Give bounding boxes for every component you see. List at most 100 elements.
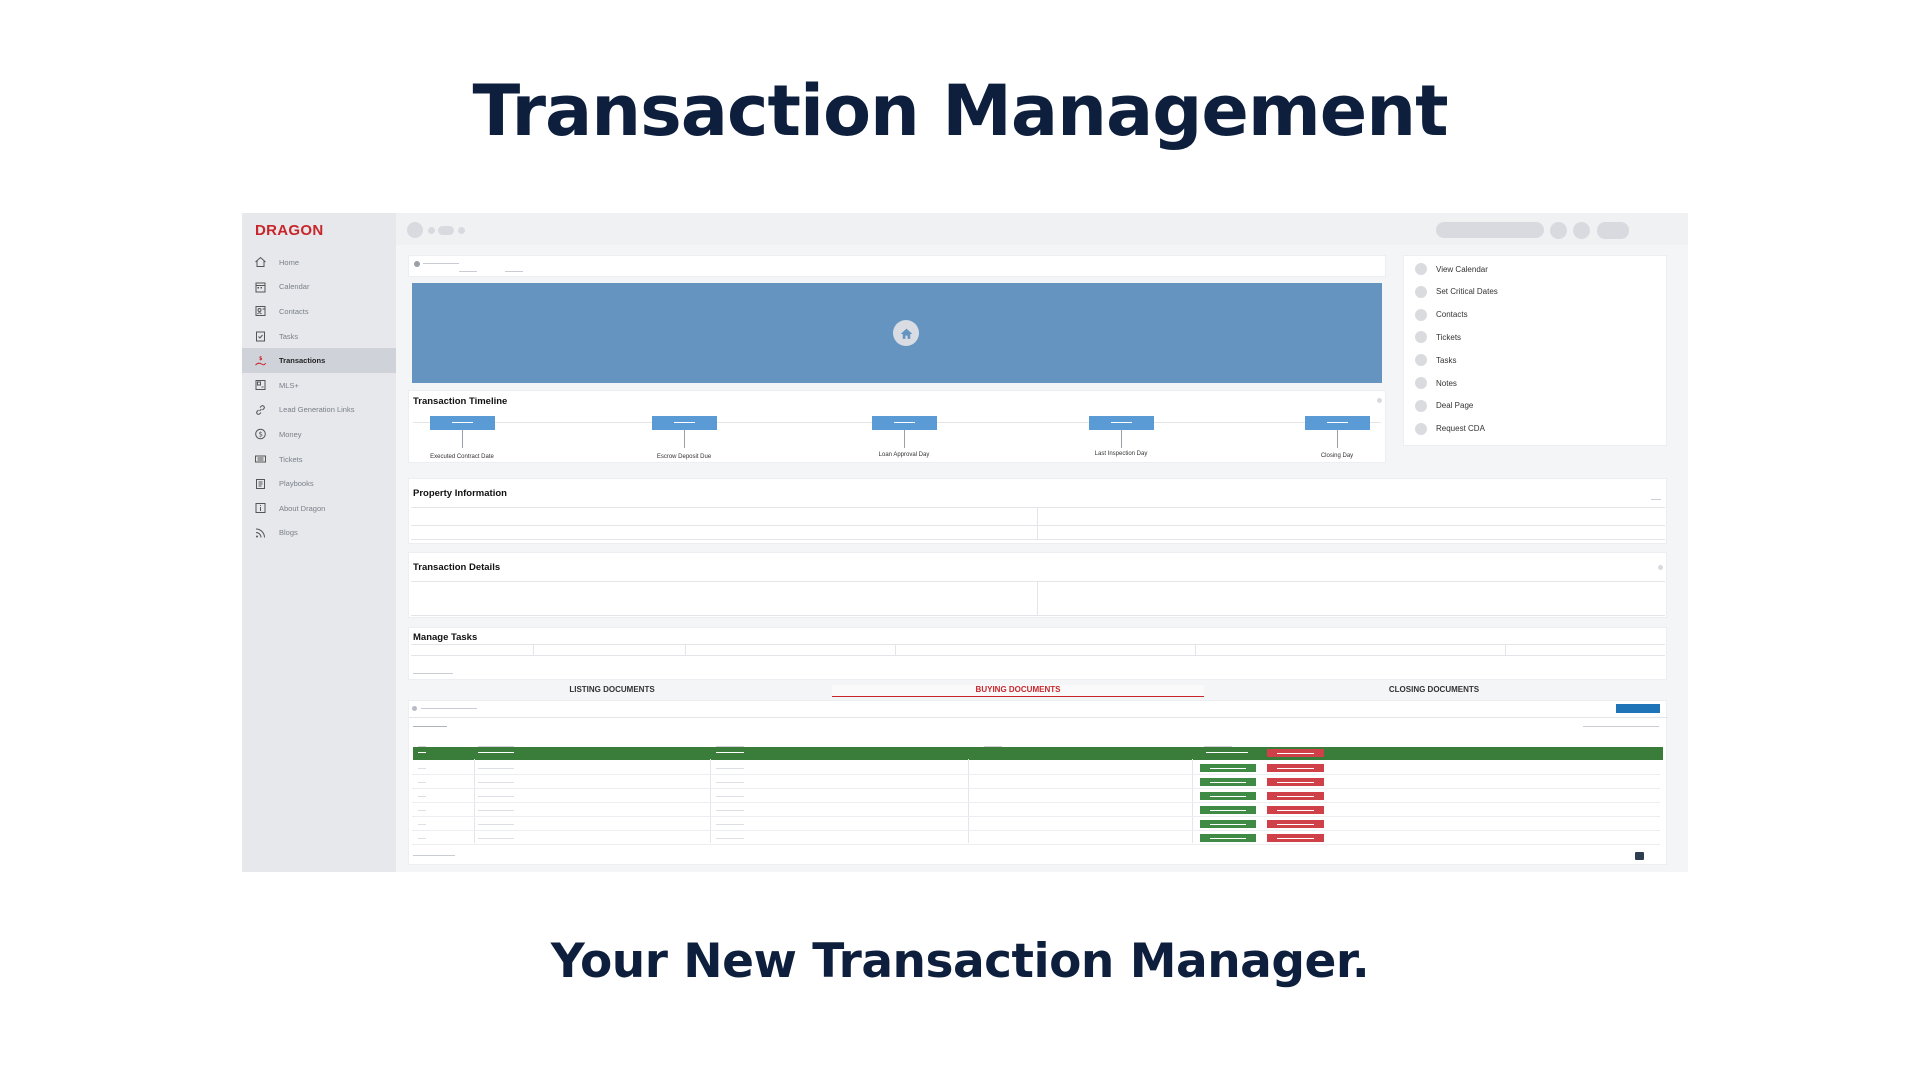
dot-icon (414, 261, 420, 267)
approve-button[interactable] (1200, 834, 1256, 842)
quick-action-notes[interactable]: Notes (1415, 377, 1457, 389)
add-document-button[interactable] (1616, 704, 1660, 713)
sidebar-item-blogs[interactable]: Blogs (242, 521, 396, 546)
divider (1505, 644, 1506, 655)
sidebar-item-money[interactable]: $ Money (242, 422, 396, 447)
column-header[interactable] (1204, 746, 1232, 747)
breadcrumb[interactable] (423, 263, 459, 264)
timeline-marker[interactable] (1089, 416, 1154, 430)
tab-buying-documents[interactable]: BUYING DOCUMENTS (832, 685, 1204, 697)
table-filter[interactable] (421, 708, 477, 709)
quick-actions-card (1403, 255, 1667, 446)
table-cell (478, 810, 514, 811)
tab-closing-documents[interactable]: CLOSING DOCUMENTS (1204, 685, 1664, 697)
breadcrumb[interactable] (505, 271, 523, 272)
timeline-stem (904, 430, 905, 448)
table-cell (418, 796, 426, 797)
sidebar-item-calendar[interactable]: Calendar (242, 275, 396, 300)
svg-text:$: $ (259, 431, 263, 439)
reject-button[interactable] (1267, 792, 1324, 800)
money-icon: $ (254, 428, 267, 440)
sidebar-item-label: Calendar (279, 282, 310, 292)
divider (411, 644, 1665, 645)
tagline: Your New Transaction Manager. (550, 934, 1370, 989)
column-header[interactable] (418, 746, 426, 747)
reject-button[interactable] (1267, 820, 1324, 828)
page-size-select[interactable] (413, 726, 447, 727)
notification-icon[interactable] (1550, 222, 1567, 239)
quick-action-request-cda[interactable]: Request CDA (1415, 422, 1485, 435)
divider (409, 717, 1668, 718)
column-header[interactable] (984, 746, 1002, 747)
theme-toggle[interactable] (1597, 222, 1629, 239)
sidebar-item-transactions[interactable]: $ Transactions (242, 348, 396, 373)
sidebar-item-home[interactable]: Home (242, 250, 396, 275)
bullet-icon (1415, 285, 1427, 298)
table-header (413, 747, 1663, 760)
quick-action-set-critical-dates[interactable]: Set Critical Dates (1415, 285, 1498, 298)
manage-tasks-title: Manage Tasks (413, 632, 478, 643)
quick-action-tickets[interactable]: Tickets (1415, 331, 1461, 344)
sidebar-item-about-dragon[interactable]: About Dragon (242, 496, 396, 521)
table-cell (418, 810, 426, 811)
transaction-details-card: Transaction Details (408, 552, 1667, 618)
approve-button[interactable] (1200, 792, 1256, 800)
quick-action-contacts[interactable]: Contacts (1415, 308, 1468, 321)
quick-action-tasks[interactable]: Tasks (1415, 354, 1456, 367)
bullet-icon (1415, 422, 1427, 435)
playbook-icon (254, 478, 267, 490)
approve-button[interactable] (1200, 778, 1256, 786)
tab-listing-documents[interactable]: LISTING DOCUMENTS (414, 685, 810, 697)
timeline-marker[interactable] (652, 416, 717, 430)
table-cell (418, 838, 426, 839)
reject-button[interactable] (1267, 806, 1324, 814)
sidebar-item-playbooks[interactable]: Playbooks (242, 471, 396, 496)
sidebar-item-lead-generation-links[interactable]: Lead Generation Links (242, 398, 396, 423)
timeline-marker[interactable] (872, 416, 937, 430)
table-row (412, 844, 1660, 845)
dragon-logo[interactable]: DRAGON (255, 222, 323, 239)
reject-button[interactable] (1267, 764, 1324, 772)
approve-button[interactable] (1200, 764, 1256, 772)
sidebar-item-tickets[interactable]: Tickets (242, 447, 396, 472)
sidebar-item-label: Lead Generation Links (279, 405, 355, 415)
table-cell (418, 824, 426, 825)
page-button[interactable] (1635, 852, 1644, 860)
table-cell (716, 810, 744, 811)
table-search-input[interactable] (1583, 726, 1659, 727)
column-header[interactable] (478, 746, 514, 747)
avatar[interactable] (1573, 222, 1590, 239)
quick-action-label: View Calendar (1436, 264, 1488, 274)
timeline-label: Loan Approval Day (878, 452, 930, 458)
sidebar-item-tasks[interactable]: Tasks (242, 324, 396, 349)
reject-button[interactable] (1267, 834, 1324, 842)
quick-action-label: Deal Page (1436, 401, 1474, 411)
approve-button[interactable] (1200, 806, 1256, 814)
table-cell (478, 796, 514, 797)
table-cell (478, 824, 514, 825)
sidebar-item-contacts[interactable]: Contacts (242, 299, 396, 324)
dot-icon (428, 227, 435, 234)
sidebar-item-mls[interactable]: MLS+ (242, 373, 396, 398)
toggle-icon[interactable] (438, 226, 454, 235)
divider (411, 655, 1665, 656)
timeline-marker[interactable] (430, 416, 495, 430)
reject-button[interactable] (1267, 778, 1324, 786)
reject-button[interactable] (1267, 749, 1324, 757)
approve-button[interactable] (1200, 820, 1256, 828)
search-input[interactable] (1436, 222, 1544, 238)
timeline-stem (684, 430, 685, 448)
pagination[interactable] (413, 673, 453, 674)
dot-icon (458, 227, 465, 234)
menu-icon[interactable] (407, 222, 423, 238)
section-action[interactable] (1651, 499, 1661, 500)
table-row (412, 816, 1660, 817)
quick-action-view-calendar[interactable]: View Calendar (1415, 263, 1488, 275)
sidebar-item-label: MLS+ (279, 380, 299, 390)
quick-action-deal-page[interactable]: Deal Page (1415, 399, 1474, 412)
table-cell (716, 768, 744, 769)
column-header[interactable] (716, 746, 744, 747)
breadcrumb[interactable] (459, 271, 477, 272)
timeline-marker[interactable] (1305, 416, 1370, 430)
sidebar-item-label: Blogs (279, 528, 298, 538)
